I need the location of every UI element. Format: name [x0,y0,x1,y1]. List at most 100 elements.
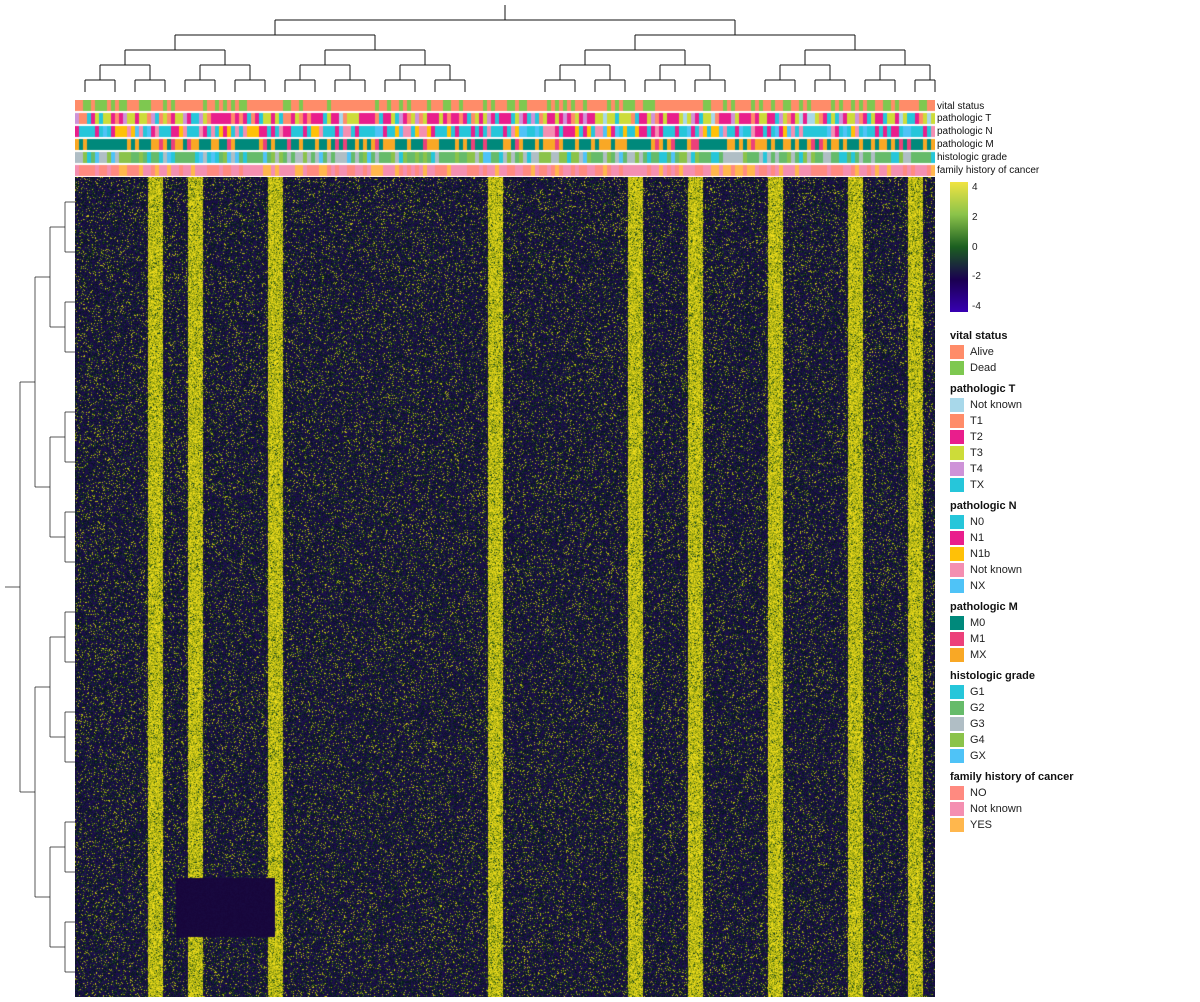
legend-color-tx [950,478,964,492]
scale-label-neg4: -4 [972,301,981,312]
legend-item-g2: G2 [950,701,1190,715]
legend-vital-status: vital status Alive Dead [950,330,1190,375]
annotation-canvas [75,100,935,177]
heatmap-container [75,177,935,997]
legend-item-n1: N1 [950,531,1190,545]
legend-title-pathologic-t: pathologic T [950,383,1190,395]
ann-label-histologic-grade: histologic grade [937,152,1137,164]
legend-color-t4 [950,462,964,476]
legend-color-n1b [950,547,964,561]
legend-item-no: NO [950,786,1190,800]
legend-label-gx: GX [970,750,986,762]
legend-color-dead [950,361,964,375]
annotation-bars [75,100,935,177]
legend-color-n1 [950,531,964,545]
scale-label-4: 4 [972,182,981,193]
annotation-bar-labels: vital status pathologic T pathologic N p… [937,100,1137,177]
ann-label-pathologic-n: pathologic N [937,126,1137,138]
legend-color-mx [950,648,964,662]
top-dendrogram [75,0,935,100]
legend-label-mx: MX [970,649,987,661]
legend-pathologic-n: pathologic N N0 N1 N1b Not known NX [950,500,1190,593]
legend-item-t4: T4 [950,462,1190,476]
legend-color-g4 [950,733,964,747]
legend-item-n0: N0 [950,515,1190,529]
legend-title-pathologic-n: pathologic N [950,500,1190,512]
legend-label-m1: M1 [970,633,985,645]
legend-item-mx: MX [950,648,1190,662]
legend-label-not-known-n: Not known [970,564,1022,576]
legend-family-history: family history of cancer NO Not known YE… [950,771,1190,832]
legend-label-t4: T4 [970,463,983,475]
legend-label-m0: M0 [970,617,985,629]
legend-item-n1b: N1b [950,547,1190,561]
legend-item-nx: NX [950,579,1190,593]
legend-label-n0: N0 [970,516,984,528]
legend-item-not-known-t: Not known [950,398,1190,412]
legend-color-m1 [950,632,964,646]
legend-label-g2: G2 [970,702,985,714]
ann-label-pathologic-t: pathologic T [937,113,1137,125]
legend-title-histologic-grade: histologic grade [950,670,1190,682]
legend-title-vital-status: vital status [950,330,1190,342]
legend-label-alive: Alive [970,346,994,358]
legend-label-tx: TX [970,479,984,491]
legend-label-not-known-t: Not known [970,399,1022,411]
legend-color-yes [950,818,964,832]
heatmap-canvas [75,177,935,997]
legend-color-not-known-fh [950,802,964,816]
scale-label-0: 0 [972,242,981,253]
legend-area: vital status Alive Dead pathologic T Not… [950,330,1190,840]
legend-item-gx: GX [950,749,1190,763]
scale-label-2: 2 [972,212,981,223]
legend-color-gx [950,749,964,763]
legend-color-not-known-t [950,398,964,412]
legend-label-dead: Dead [970,362,996,374]
legend-item-t1: T1 [950,414,1190,428]
legend-item-g4: G4 [950,733,1190,747]
legend-label-n1: N1 [970,532,984,544]
legend-label-yes: YES [970,819,992,831]
legend-label-t3: T3 [970,447,983,459]
legend-item-t3: T3 [950,446,1190,460]
ann-label-vital-status: vital status [937,100,1137,112]
legend-label-nx: NX [970,580,985,592]
legend-color-t1 [950,414,964,428]
legend-item-g3: G3 [950,717,1190,731]
legend-pathologic-t: pathologic T Not known T1 T2 T3 T4 TX [950,383,1190,492]
legend-color-t2 [950,430,964,444]
legend-color-m0 [950,616,964,630]
legend-color-not-known-n [950,563,964,577]
scale-tick-labels: 4 2 0 -2 -4 [972,182,981,312]
legend-label-n1b: N1b [970,548,990,560]
legend-item-not-known-n: Not known [950,563,1190,577]
legend-title-pathologic-m: pathologic M [950,601,1190,613]
legend-item-alive: Alive [950,345,1190,359]
legend-label-g3: G3 [970,718,985,730]
scale-label-neg2: -2 [972,271,981,282]
legend-color-g1 [950,685,964,699]
legend-color-no [950,786,964,800]
legend-item-t2: T2 [950,430,1190,444]
ann-label-pathologic-m: pathologic M [937,139,1137,151]
legend-label-g4: G4 [970,734,985,746]
legend-color-t3 [950,446,964,460]
legend-label-not-known-fh: Not known [970,803,1022,815]
legend-item-m0: M0 [950,616,1190,630]
legend-label-g1: G1 [970,686,985,698]
legend-histologic-grade: histologic grade G1 G2 G3 G4 GX [950,670,1190,763]
legend-item-dead: Dead [950,361,1190,375]
left-dendrogram [0,177,75,997]
legend-color-nx [950,579,964,593]
legend-item-g1: G1 [950,685,1190,699]
legend-color-alive [950,345,964,359]
legend-color-g2 [950,701,964,715]
legend-item-m1: M1 [950,632,1190,646]
color-scale: 4 2 0 -2 -4 [950,177,1020,317]
legend-color-n0 [950,515,964,529]
legend-color-g3 [950,717,964,731]
legend-item-not-known-fh: Not known [950,802,1190,816]
legend-item-tx: TX [950,478,1190,492]
legend-pathologic-m: pathologic M M0 M1 MX [950,601,1190,662]
legend-title-family-history: family history of cancer [950,771,1190,783]
